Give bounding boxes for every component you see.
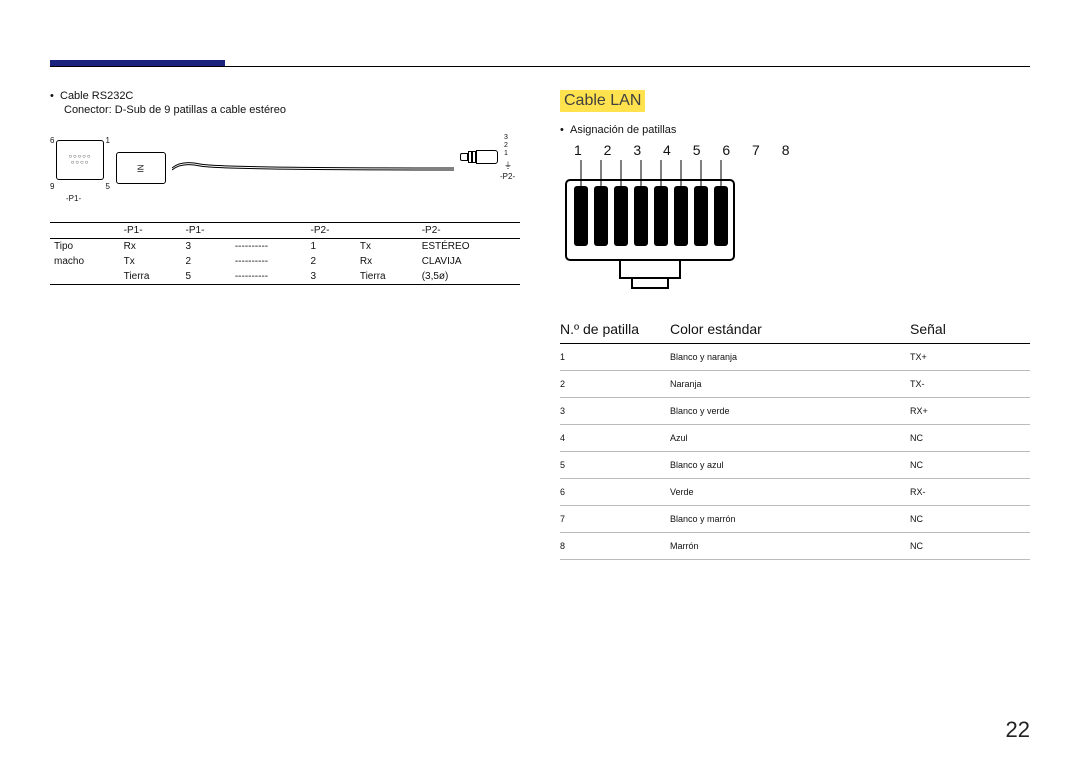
- jack-p2-label: -P2-: [500, 172, 515, 181]
- table-row: 5Blanco y azulNC: [560, 452, 1030, 479]
- jack-icon: [460, 150, 500, 164]
- lan-th-color: Color estándar: [670, 321, 910, 337]
- right-column: Cable LAN •Asignación de patillas 1 2 3 …: [560, 90, 1030, 560]
- rs232c-bullet: •Cable RS232C: [50, 90, 520, 102]
- table-row: 2NaranjaTX-: [560, 371, 1030, 398]
- header-rule: [50, 66, 1030, 67]
- lan-table-header: N.º de patilla Color estándar Señal: [560, 313, 1030, 344]
- in-label: IN: [137, 164, 146, 172]
- rs232c-in-connector-icon: IN: [116, 152, 166, 184]
- lan-bullet-text: Asignación de patillas: [570, 124, 676, 136]
- left-column: •Cable RS232C Conector: D-Sub de 9 patil…: [50, 90, 520, 560]
- cable-icon: [172, 158, 454, 178]
- lan-bullet: •Asignación de patillas: [560, 124, 1030, 136]
- table-row: 4AzulNC: [560, 425, 1030, 452]
- cable-lan-heading: Cable LAN: [560, 90, 645, 112]
- ground-icon: ⏚: [504, 160, 512, 171]
- jack-pin-1: 1: [504, 150, 508, 158]
- lan-th-signal: Señal: [910, 321, 1030, 337]
- dsub-pin-6: 6: [50, 136, 54, 145]
- jack-pin-labels: 3 2 1: [504, 134, 508, 158]
- table-row: 7Blanco y marrónNC: [560, 506, 1030, 533]
- rs232c-diagram: 6 1 ○○○○○○○○○ 9 5 -P1- IN: [50, 128, 520, 208]
- rs232c-subtext: Conector: D-Sub de 9 patillas a cable es…: [64, 104, 520, 116]
- dsub-p1-label: -P1-: [66, 194, 81, 203]
- jack-pin-3: 3: [504, 134, 508, 142]
- table-row: macho Tx 2 ---------- 2 Rx CLAVIJA: [50, 254, 520, 269]
- rs232c-pinout-table: -P1- -P1- -P2- -P2- Tipo Rx 3 ----------…: [50, 222, 520, 285]
- dsub-pin-1: 1: [106, 136, 110, 145]
- table-row: 1Blanco y naranjaTX+: [560, 344, 1030, 371]
- rj45-diagram: 1 2 3 4 5 6 7 8: [560, 142, 1030, 295]
- lan-th-pin: N.º de patilla: [560, 321, 670, 337]
- lan-table-body: 1Blanco y naranjaTX+2NaranjaTX-3Blanco y…: [560, 344, 1030, 560]
- table-row: Tierra 5 ---------- 3 Tierra (3,5ø): [50, 269, 520, 285]
- stereo-jack: 3 2 1 ⏚ -P2-: [460, 128, 520, 208]
- table-row: -P1- -P1- -P2- -P2-: [50, 223, 520, 239]
- table-row: 6VerdeRX-: [560, 479, 1030, 506]
- jack-pin-2: 2: [504, 142, 508, 150]
- table-row: 8MarrónNC: [560, 533, 1030, 560]
- table-row: 3Blanco y verdeRX+: [560, 398, 1030, 425]
- page-number: 22: [1006, 717, 1030, 743]
- rs232c-bullet-text: Cable RS232C: [60, 90, 133, 102]
- rj45-pin-numbers: 1 2 3 4 5 6 7 8: [574, 142, 1030, 158]
- dsub-pin-9: 9: [50, 182, 54, 191]
- dsub-pin-5: 5: [106, 182, 110, 191]
- rj45-connector-icon: [560, 160, 740, 290]
- table-row: Tipo Rx 3 ---------- 1 Tx ESTÉREO: [50, 239, 520, 254]
- dsub-connector: 6 1 ○○○○○○○○○ 9 5 -P1-: [50, 128, 110, 208]
- dsub-shape-icon: ○○○○○○○○○: [56, 140, 104, 180]
